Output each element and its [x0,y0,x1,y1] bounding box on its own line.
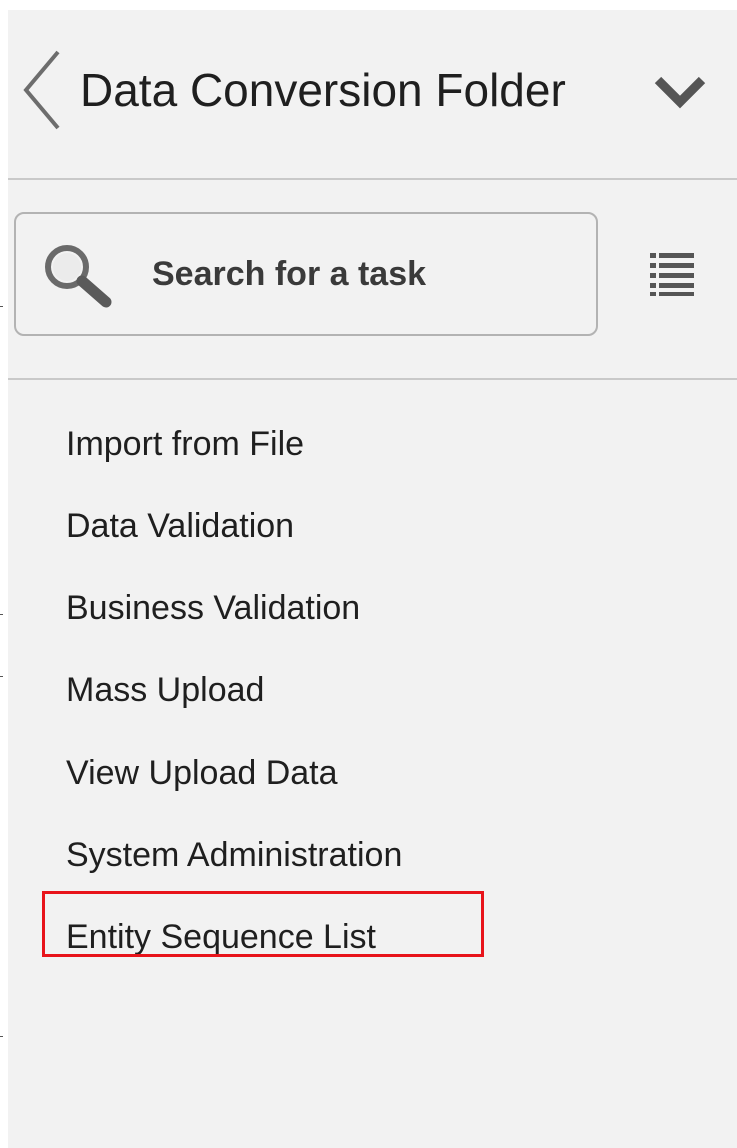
back-button[interactable] [20,48,64,132]
task-data-validation[interactable]: Data Validation [66,504,294,548]
task-view-upload-data[interactable]: View Upload Data [66,751,338,795]
chevron-down-icon [654,76,706,109]
page-title: Data Conversion Folder [80,64,566,116]
header-divider [8,178,737,180]
edge-mark [0,614,3,615]
task-panel: Data Conversion Folder Import from File … [8,10,737,1148]
task-mass-upload[interactable]: Mass Upload [66,668,264,712]
search-icon [45,245,112,308]
task-business-validation[interactable]: Business Validation [66,586,360,630]
list-view-icon[interactable] [648,250,696,298]
edge-mark [0,1036,3,1037]
task-system-administration[interactable]: System Administration [66,833,402,877]
panel-header: Data Conversion Folder [8,10,737,178]
chevron-left-icon [23,50,60,130]
edge-mark [0,676,3,677]
task-entity-sequence-list[interactable]: Entity Sequence List [66,915,376,959]
search-box[interactable] [14,212,598,336]
search-divider [8,378,737,380]
search-input[interactable] [152,244,572,304]
task-import-from-file[interactable]: Import from File [66,422,304,466]
edge-mark [0,306,3,307]
expand-button[interactable] [652,72,708,112]
